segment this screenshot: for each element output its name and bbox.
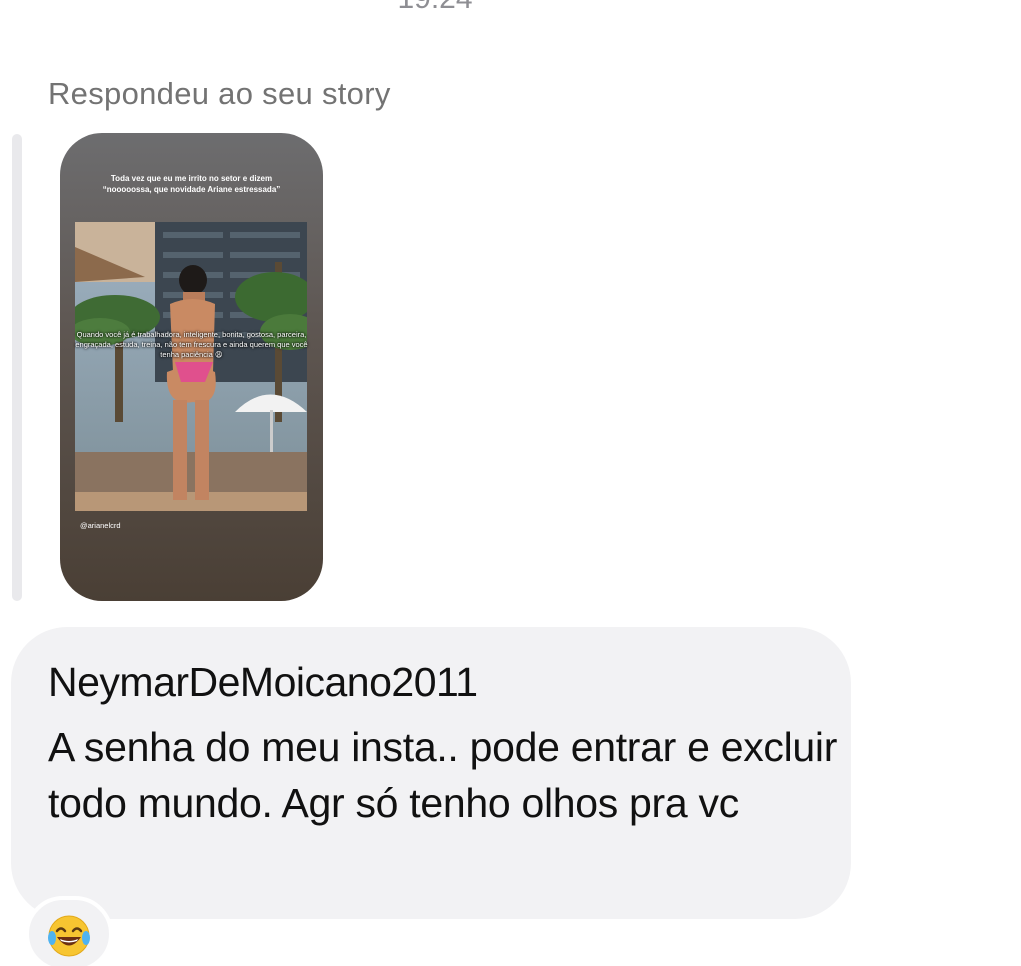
message-username: NeymarDeMoicano2011	[48, 659, 478, 705]
message-bubble[interactable]: NeymarDeMoicano2011 A senha do meu insta…	[11, 627, 851, 919]
story-thumbnail[interactable]: Toda vez que eu me irrito no setor e diz…	[60, 133, 323, 601]
story-caption: Toda vez que eu me irrito no setor e diz…	[102, 174, 281, 194]
story-photo	[75, 222, 307, 511]
message-text: A senha do meu insta.. pode entrar e exc…	[48, 724, 838, 826]
story-handle: @arianelcrd	[80, 521, 121, 530]
beach-photo-illustration	[75, 222, 307, 511]
laughing-tears-emoji-icon	[48, 915, 90, 957]
chat-thread: 19:24 Respondeu ao seu story Toda vez qu…	[0, 0, 1021, 966]
reply-quote-bar	[12, 134, 22, 601]
story-reply-label: Respondeu ao seu story	[48, 76, 391, 111]
story-overlay-text: Quando você já é trabalhadora, inteligen…	[75, 330, 308, 359]
message-reaction[interactable]	[25, 896, 113, 966]
message-timestamp: 19:24	[0, 0, 870, 16]
